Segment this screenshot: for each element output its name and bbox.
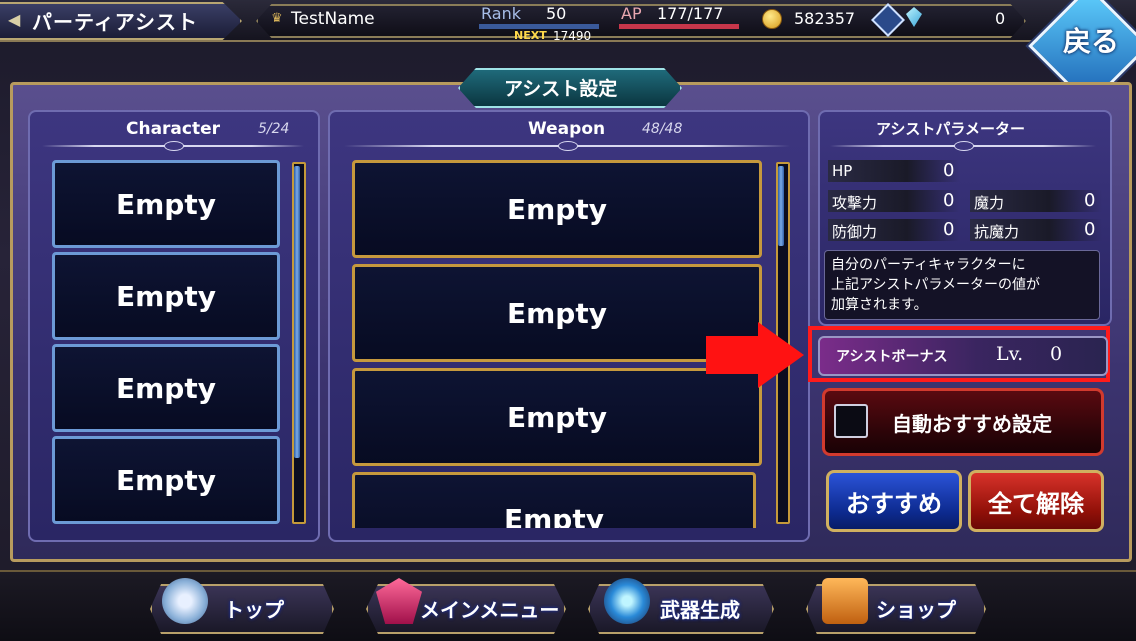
character-slot-3[interactable]: Empty <box>52 344 280 432</box>
weapon-list: Empty Empty Empty Empty <box>348 158 764 528</box>
coin-icon <box>762 9 782 29</box>
auto-recommend-checkbox[interactable] <box>834 404 868 438</box>
hp-label: HP <box>832 162 853 180</box>
divider-ornament <box>164 141 184 151</box>
rank-value: 50 <box>546 4 567 23</box>
nav-top-label[interactable]: トップ <box>224 594 284 623</box>
nav-weapon-craft-label[interactable]: 武器生成 <box>660 594 740 623</box>
character-slot-2[interactable]: Empty <box>52 252 280 340</box>
crystal-orb-icon[interactable] <box>604 578 650 624</box>
weapon-count: 48/48 <box>642 121 683 137</box>
rank-label: Rank <box>481 4 521 23</box>
clear-all-button[interactable]: 全て解除 <box>968 470 1104 532</box>
defense-label: 防御力 <box>832 223 878 241</box>
recommend-button[interactable]: おすすめ <box>826 470 962 532</box>
character-count: 5/24 <box>258 121 290 137</box>
shop-icon[interactable] <box>822 578 868 624</box>
annotation-arrow-head <box>758 322 804 388</box>
nav-main-menu-label[interactable]: メインメニュー <box>420 594 559 623</box>
divider-ornament <box>558 141 578 151</box>
assist-bonus-lv-value: 0 <box>1050 343 1063 365</box>
character-slot-4[interactable]: Empty <box>52 436 280 524</box>
weapon-scroll-thumb[interactable] <box>778 166 784 246</box>
auto-recommend-label[interactable]: 自動おすすめ設定 <box>892 408 1052 437</box>
player-name: TestName <box>291 9 375 29</box>
ap-label: AP <box>621 4 642 23</box>
section-title: アシスト設定 <box>504 78 618 100</box>
attack-label: 攻撃力 <box>832 194 878 212</box>
weapon-slot-3[interactable]: Empty <box>352 368 762 466</box>
crown-icon: ♛ <box>271 11 283 26</box>
weapon-slot-2[interactable]: Empty <box>352 264 762 362</box>
resistance-value: 0 <box>1084 219 1096 240</box>
divider-ornament <box>954 141 974 151</box>
ap-value: 177/177 <box>657 4 724 23</box>
arrow-left-icon: ◀ <box>8 10 21 29</box>
assist-bonus-label: アシストボーナス <box>836 349 948 365</box>
attack-value: 0 <box>943 190 955 211</box>
resistance-label: 抗魔力 <box>974 223 1020 241</box>
weapon-panel-title: Weapon <box>528 119 606 139</box>
character-panel-title: Character <box>126 119 221 139</box>
character-slot-1[interactable]: Empty <box>52 160 280 248</box>
gem-amount: 0 <box>995 9 1006 28</box>
magic-label: 魔力 <box>974 194 1005 212</box>
screen-title: パーティアシスト <box>32 10 198 34</box>
defense-value: 0 <box>943 219 955 240</box>
magic-value: 0 <box>1084 190 1096 211</box>
wheel-icon[interactable] <box>162 578 208 624</box>
gold-amount: 582357 <box>794 9 856 28</box>
assist-params-title: アシストパラメーター <box>876 120 1025 138</box>
annotation-arrow-body <box>706 336 760 374</box>
weapon-slot-1[interactable]: Empty <box>352 160 762 258</box>
nav-shop-label[interactable]: ショップ <box>876 594 956 623</box>
character-scroll-thumb[interactable] <box>294 166 300 458</box>
ap-bar <box>619 24 739 29</box>
params-description: 自分のパーティキャラクターに 上記アシストパラメーターの値が 加算されます。 <box>824 250 1100 320</box>
assist-bonus-lv-label: Lv. <box>996 343 1024 365</box>
hp-value: 0 <box>943 160 955 181</box>
weapon-slot-4[interactable]: Empty <box>352 472 756 528</box>
next-exp-label: NEXT <box>514 29 547 42</box>
back-button-label[interactable]: 戻る <box>1063 20 1119 60</box>
next-exp-value: 17490 <box>553 29 592 43</box>
